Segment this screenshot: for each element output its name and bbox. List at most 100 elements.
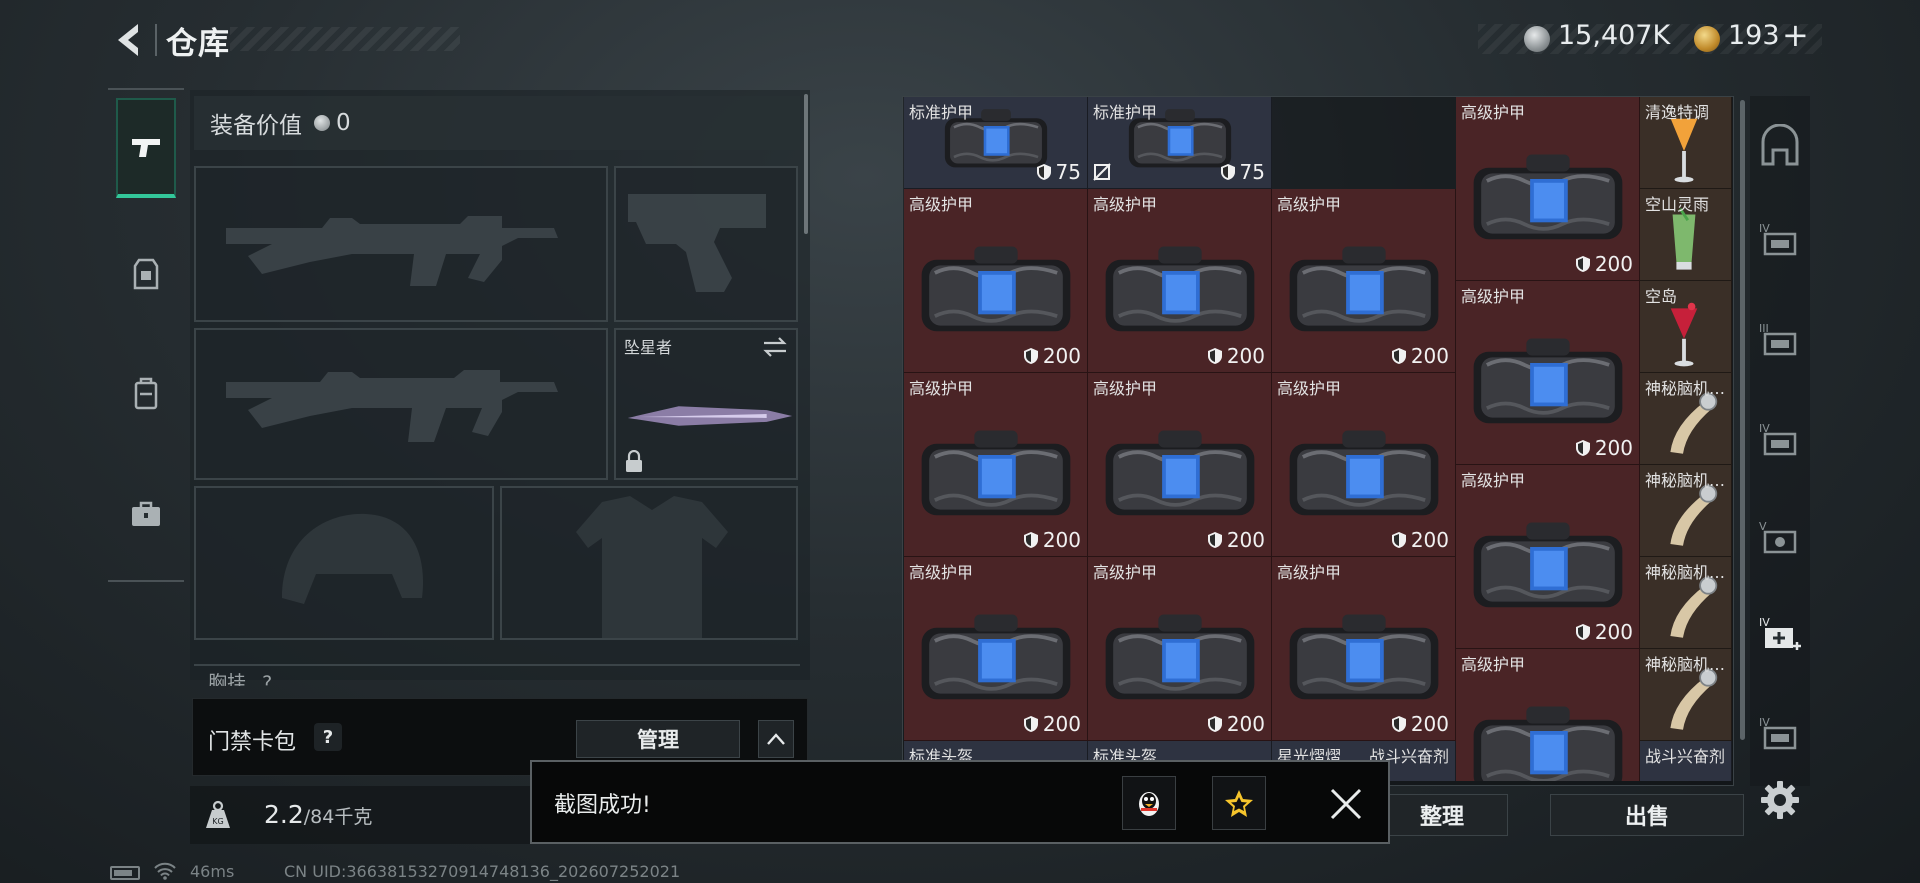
durability-value: 200 (1410, 344, 1449, 368)
primary-weapon-slot[interactable] (194, 166, 608, 322)
inventory-item[interactable]: 高级护甲 200 (904, 373, 1088, 557)
inventory-item[interactable]: 高级护甲 200 (1272, 189, 1456, 373)
inventory-item[interactable]: 高级护甲 200 (1456, 97, 1640, 281)
side-item-add-case[interactable]: IV (1752, 594, 1808, 674)
inventory-item[interactable]: 高级护甲 (1456, 649, 1640, 781)
item-name: 高级护甲 (1093, 379, 1158, 398)
side-item-case-v[interactable]: V (1752, 498, 1808, 578)
inventory-item[interactable]: 高级护甲 200 (1272, 373, 1456, 557)
melee-slot[interactable]: 坠星者 (614, 328, 798, 480)
side-item-case-iii[interactable]: III (1752, 300, 1808, 380)
collapse-button[interactable] (758, 720, 794, 758)
svg-text:IV: IV (1759, 616, 1770, 629)
equipment-value: 装备价值 0 (194, 96, 800, 150)
gear-icon[interactable] (1758, 778, 1802, 822)
secondary-weapon-slot[interactable] (194, 328, 608, 480)
item-name: 神秘脑机… (1645, 563, 1726, 582)
item-name: 高级护甲 (1461, 471, 1526, 490)
chest-rig-hint: ? (262, 672, 273, 686)
battery-icon (110, 866, 140, 880)
item-name: 神秘脑机… (1645, 379, 1726, 398)
weight-readout: 2.2/84千克 (264, 800, 372, 829)
svg-text:KG: KG (212, 817, 223, 826)
durability-value: 200 (1594, 436, 1633, 460)
inventory-item[interactable]: 清逸特调 (1640, 97, 1732, 189)
item-name: 高级护甲 (1277, 379, 1342, 398)
inventory-item[interactable]: 高级护甲 200 (1088, 189, 1272, 373)
close-icon[interactable] (1326, 784, 1366, 824)
gold-balance: 193 (1728, 20, 1780, 51)
inventory-item[interactable]: 标准护甲 75 (904, 97, 1088, 189)
inventory-item[interactable]: 神秘脑机… (1640, 557, 1732, 649)
inventory-scrollbar[interactable] (1740, 100, 1745, 740)
share-favorite-button[interactable] (1212, 776, 1266, 830)
item-name: 高级护甲 (1277, 195, 1342, 214)
durability-value: 200 (1042, 712, 1081, 736)
inventory-item[interactable]: 神秘脑机… (1640, 649, 1732, 741)
swap-icon[interactable] (762, 336, 788, 358)
inventory-item[interactable]: 标准护甲 75 (1088, 97, 1272, 189)
durability-value: 200 (1042, 528, 1081, 552)
armor-vest-icon (133, 258, 159, 290)
side-item-case-iv-c[interactable]: IV (1752, 694, 1808, 774)
nav-item-backpack[interactable] (116, 344, 176, 444)
inventory-item[interactable]: 高级护甲 200 (1456, 465, 1640, 649)
side-item-all[interactable] (1752, 106, 1808, 186)
inventory-item[interactable]: 高级护甲 200 (1272, 557, 1456, 741)
inventory-item[interactable]: 高级护甲 200 (1088, 373, 1272, 557)
durability-value: 200 (1226, 528, 1265, 552)
durability-shield-icon (1036, 164, 1051, 180)
inventory-item[interactable]: 神秘脑机… (1640, 465, 1732, 557)
item-name: 高级护甲 (909, 563, 974, 582)
sidearm-slot[interactable] (614, 166, 798, 322)
item-name: 神秘脑机… (1645, 655, 1726, 674)
manage-button[interactable]: 管理 (576, 720, 740, 758)
back-button[interactable] (108, 18, 148, 62)
durability-value: 200 (1226, 712, 1265, 736)
side-item-case-iv-b[interactable]: IV (1752, 400, 1808, 480)
nav-item-toolbox[interactable] (116, 464, 176, 564)
sell-button[interactable]: 出售 (1550, 794, 1744, 836)
sort-button[interactable]: 整理 (1376, 794, 1508, 836)
loadout-scrollbar[interactable] (804, 94, 808, 234)
item-name: 战斗兴奋剂 (1645, 747, 1726, 766)
case-iii-icon: III (1759, 322, 1797, 356)
value-coin-icon (314, 115, 330, 131)
inventory-item[interactable]: 空岛 (1640, 281, 1732, 373)
share-qq-button[interactable] (1122, 776, 1176, 830)
armor-bag-icon (1289, 614, 1439, 700)
helmet-slot[interactable] (194, 486, 494, 640)
inventory-item[interactable]: 战斗兴奋剂 (1640, 741, 1732, 781)
item-name: 清逸特调 (1645, 103, 1710, 122)
durability-value: 200 (1042, 344, 1081, 368)
nav-item-weapons[interactable] (116, 98, 176, 198)
body-armor-slot[interactable] (500, 486, 798, 640)
item-durability: 75 (1220, 160, 1265, 184)
rifle-silhouette-icon (226, 370, 558, 442)
add-currency-button[interactable]: + (1782, 16, 1809, 54)
uid-readout: CN UID:3663815327091474813​6_20260725202… (284, 862, 681, 881)
armor-bag-icon (1473, 522, 1623, 608)
inventory-item[interactable]: 神秘脑机… (1640, 373, 1732, 465)
case-iv-icon: IV (1759, 222, 1797, 256)
inventory-item[interactable]: 高级护甲 200 (904, 189, 1088, 373)
durability-value: 200 (1594, 252, 1633, 276)
help-icon[interactable]: ? (314, 723, 342, 751)
vest-silhouette-icon (576, 496, 728, 638)
durability-shield-icon (1207, 716, 1222, 732)
inventory-item[interactable]: 高级护甲 200 (904, 557, 1088, 741)
item-durability: 200 (1023, 528, 1081, 552)
item-durability: 200 (1575, 436, 1633, 460)
durability-value: 200 (1594, 620, 1633, 644)
item-durability: 200 (1023, 344, 1081, 368)
weight-capacity: /84千克 (303, 806, 373, 828)
inventory-item[interactable]: 空山灵雨 (1640, 189, 1732, 281)
inventory-item[interactable]: 高级护甲 200 (1456, 281, 1640, 465)
case-iv-icon: IV (1759, 716, 1797, 750)
side-item-case-iv-a[interactable]: IV (1752, 200, 1808, 280)
durability-value: 75 (1055, 160, 1081, 184)
chest-rig-section: 胸挂 ? (194, 664, 800, 686)
item-name: 高级护甲 (1093, 195, 1158, 214)
nav-item-armor[interactable] (116, 224, 176, 324)
inventory-item[interactable]: 高级护甲 200 (1088, 557, 1272, 741)
